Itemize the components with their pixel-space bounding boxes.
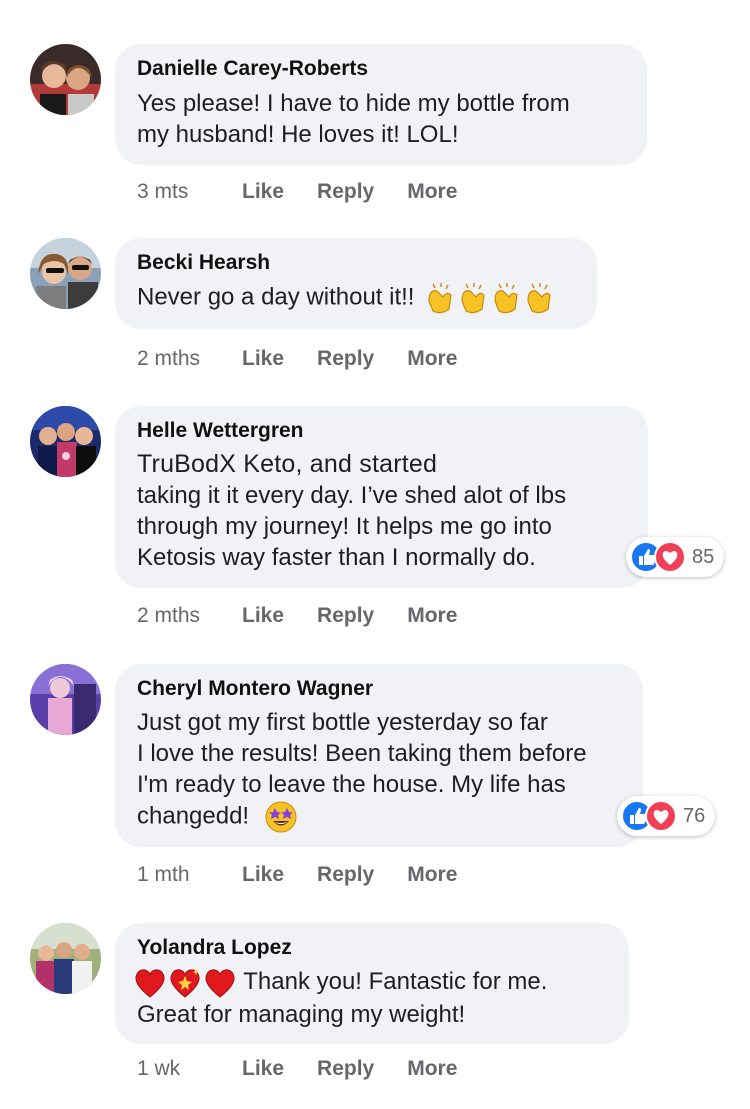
comment-text: Yes please! I have to hide my bottle fro… bbox=[137, 88, 623, 150]
comment-bubble: Yolandra Lopez Thank you! Fantastic for … bbox=[115, 923, 629, 1044]
clapping-hands-icon bbox=[428, 283, 551, 314]
author-name[interactable]: Becki Hearsh bbox=[137, 250, 573, 276]
comment-line: Just got my first bottle yesterday so fa… bbox=[137, 709, 548, 736]
author-name[interactable]: Cheryl Montero Wagner bbox=[137, 676, 619, 702]
reaction-summary[interactable]: 76 bbox=[617, 796, 716, 836]
author-name[interactable]: Helle Wettergren bbox=[137, 418, 624, 444]
timestamp[interactable]: 1 wk bbox=[137, 1057, 242, 1081]
comment-bubble: Helle Wettergren TruBodX Keto, and start… bbox=[115, 406, 648, 588]
comment-line: changedd! bbox=[137, 800, 619, 834]
more-button[interactable]: More bbox=[407, 180, 457, 204]
comment-line: I'm ready to leave the house. My life ha… bbox=[137, 771, 566, 798]
comment-line-text: Thank you! Fantastic for me. bbox=[243, 968, 548, 995]
more-button[interactable]: More bbox=[407, 863, 457, 887]
comment-line: Yes please! I have to hide my bottle fro… bbox=[137, 90, 570, 117]
reply-button[interactable]: Reply bbox=[317, 863, 374, 887]
comment-line: Ketosis way faster than I normally do. bbox=[137, 544, 536, 571]
comment-actions: 1 mth Like Reply More bbox=[137, 860, 490, 890]
comment-actions: 2 mths Like Reply More bbox=[137, 344, 490, 374]
like-button[interactable]: Like bbox=[242, 604, 284, 628]
comment-line: taking it it every day. I’ve shed alot o… bbox=[137, 482, 567, 509]
timestamp[interactable]: 2 mths bbox=[137, 347, 242, 371]
love-icon bbox=[645, 800, 677, 832]
more-button[interactable]: More bbox=[407, 604, 457, 628]
reaction-count: 76 bbox=[683, 804, 706, 827]
love-icon bbox=[654, 541, 686, 573]
avatar[interactable] bbox=[30, 664, 101, 735]
comment-actions: 2 mths Like Reply More bbox=[137, 601, 490, 631]
timestamp[interactable]: 1 mth bbox=[137, 863, 242, 887]
reply-button[interactable]: Reply bbox=[317, 1057, 374, 1081]
comment-line-text: changedd! bbox=[137, 802, 250, 830]
comment-bubble: Becki Hearsh Never go a day without it!! bbox=[115, 238, 597, 329]
comment-bubble: Danielle Carey-Roberts Yes please! I hav… bbox=[115, 44, 647, 165]
reply-button[interactable]: Reply bbox=[317, 347, 374, 371]
more-button[interactable]: More bbox=[407, 1057, 457, 1081]
reply-button[interactable]: Reply bbox=[317, 180, 374, 204]
comment-line: Thank you! Fantastic for me. bbox=[133, 966, 605, 999]
comment-text: Just got my first bottle yesterday so fa… bbox=[137, 707, 619, 834]
like-button[interactable]: Like bbox=[242, 863, 284, 887]
avatar[interactable] bbox=[30, 406, 101, 477]
avatar[interactable] bbox=[30, 238, 101, 309]
red-heart-icon bbox=[135, 969, 165, 998]
like-button[interactable]: Like bbox=[242, 347, 284, 371]
timestamp[interactable]: 3 mts bbox=[137, 180, 242, 204]
comment-text: Never go a day without it!! bbox=[137, 281, 573, 315]
star-struck-icon bbox=[265, 801, 297, 833]
comment-line: TruBodX Keto, and started bbox=[137, 450, 438, 478]
comment-line: I love the results! Been taking them bef… bbox=[137, 740, 587, 767]
author-name[interactable]: Danielle Carey-Roberts bbox=[137, 56, 623, 82]
reaction-summary[interactable]: 85 bbox=[626, 537, 725, 577]
like-button[interactable]: Like bbox=[242, 1057, 284, 1081]
comment-line: Never go a day without it!! bbox=[137, 281, 573, 315]
timestamp[interactable]: 2 mths bbox=[137, 604, 242, 628]
reply-button[interactable]: Reply bbox=[317, 604, 374, 628]
comment-text: TruBodX Keto, and started taking it it e… bbox=[137, 449, 624, 573]
red-heart-icon bbox=[205, 969, 235, 998]
reaction-count: 85 bbox=[692, 545, 715, 568]
author-name[interactable]: Yolandra Lopez bbox=[137, 935, 605, 961]
comment-line: through my journey! It helps me go into bbox=[137, 513, 552, 540]
avatar[interactable] bbox=[30, 44, 101, 115]
comment-line: Great for managing my weight! bbox=[137, 1000, 466, 1028]
comment-actions: 1 wk Like Reply More bbox=[137, 1054, 490, 1084]
avatar[interactable] bbox=[30, 923, 101, 994]
sparkling-heart-icon bbox=[170, 968, 200, 998]
comment-line: my husband! He loves it! LOL! bbox=[137, 121, 459, 148]
comment-actions: 3 mts Like Reply More bbox=[137, 177, 490, 207]
comment-bubble: Cheryl Montero Wagner Just got my first … bbox=[115, 664, 643, 847]
like-button[interactable]: Like bbox=[242, 180, 284, 204]
more-button[interactable]: More bbox=[407, 347, 457, 371]
comment-line-text: Never go a day without it!! bbox=[137, 283, 415, 311]
comment-text: Thank you! Fantastic for me. Great for m… bbox=[133, 966, 605, 1030]
